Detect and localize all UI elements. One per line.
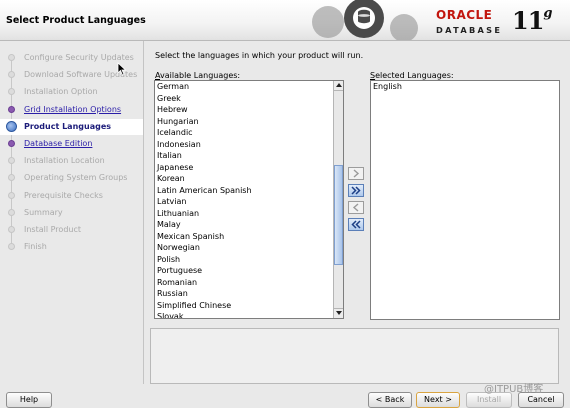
available-list-scrollbar[interactable] xyxy=(333,81,343,318)
step-label: Grid Installation Options xyxy=(24,104,122,114)
language-list-item[interactable]: German xyxy=(155,81,343,93)
available-languages-list[interactable]: German Greek Hebrew Hungarian Icelandic Indon… xyxy=(154,80,344,319)
language-list-item[interactable]: Lithuanian xyxy=(155,208,343,220)
language-list-item[interactable]: Italian xyxy=(155,150,343,162)
double-chevron-right-icon xyxy=(351,186,361,195)
next-button[interactable]: Next > xyxy=(416,392,460,408)
language-list-item[interactable]: Simplified Chinese xyxy=(155,300,343,312)
step-label: Finish xyxy=(24,242,47,252)
step-status-icon xyxy=(8,208,15,216)
step-label: Configure Security Updates xyxy=(24,53,134,62)
gears-graphic-icon xyxy=(312,0,418,40)
language-list-item[interactable]: Norwegian xyxy=(155,242,343,254)
page-title: Select Product Languages xyxy=(6,15,146,26)
step-label: Install Product xyxy=(24,225,81,234)
chevron-right-icon xyxy=(353,169,360,178)
language-list-item[interactable]: English xyxy=(371,81,559,93)
oracle-logo: ORACLE xyxy=(436,8,493,22)
language-list-item[interactable]: Russian xyxy=(155,288,343,300)
header-banner: Select Product Languages ORACLE DATABASE… xyxy=(0,0,570,41)
language-list-item[interactable]: Polish xyxy=(155,254,343,266)
step-status-icon xyxy=(8,157,15,165)
step-status-icon xyxy=(8,140,15,147)
scroll-thumb[interactable] xyxy=(334,165,343,265)
move-right-button[interactable] xyxy=(348,167,364,180)
arrow-down-icon xyxy=(335,311,342,315)
language-list-item[interactable]: Greek xyxy=(155,93,343,105)
step-label: Summary xyxy=(24,207,63,217)
language-list-item[interactable]: Latvian xyxy=(155,196,343,208)
instruction-text: Select the languages in which your produ… xyxy=(155,51,364,60)
mouse-pointer-icon xyxy=(117,62,127,76)
arrow-up-icon xyxy=(335,83,342,87)
back-button[interactable]: < Back xyxy=(368,392,412,408)
step-status-icon xyxy=(8,191,15,199)
language-list-item[interactable]: Icelandic xyxy=(155,127,343,139)
available-label-text: vailable Languages: xyxy=(160,71,241,80)
scroll-down-button[interactable] xyxy=(334,308,343,318)
step-label: Product Languages xyxy=(24,121,112,131)
step-status-icon xyxy=(8,88,15,96)
language-list-item[interactable]: Hungarian xyxy=(155,116,343,128)
version-number: 11 xyxy=(512,6,544,35)
step-status-icon xyxy=(8,174,15,182)
selected-languages-label: Selected Languages: xyxy=(370,71,454,80)
step-item-install-product: Install Product xyxy=(0,222,143,238)
help-button[interactable]: Help xyxy=(6,392,52,408)
step-label: Installation Option xyxy=(24,87,98,97)
step-item-finish: Finish xyxy=(0,239,143,255)
step-item-operating-system-groups: Operating System Groups xyxy=(0,170,143,186)
selected-languages-list[interactable]: English xyxy=(370,80,560,320)
step-status-icon xyxy=(8,71,15,79)
step-label: Prerequisite Checks xyxy=(24,190,103,200)
language-list-item[interactable]: Malay xyxy=(155,219,343,231)
language-list-item[interactable]: Korean xyxy=(155,173,343,185)
step-status-icon xyxy=(8,226,15,233)
language-list-item[interactable]: Indonesian xyxy=(155,139,343,151)
language-list-item[interactable]: Portuguese xyxy=(155,265,343,277)
step-status-icon xyxy=(8,105,15,113)
chevron-left-icon xyxy=(352,203,359,212)
available-languages-label: Available Languages: xyxy=(155,71,240,80)
step-item-installation-location: Installation Location xyxy=(0,153,143,169)
step-item-installation-option: Installation Option xyxy=(0,84,143,100)
step-label: Database Edition xyxy=(24,139,93,148)
version-logo: 11g xyxy=(512,6,553,35)
move-all-right-button[interactable] xyxy=(348,184,364,197)
step-label: Operating System Groups xyxy=(24,173,128,183)
language-list-item[interactable]: Slovak xyxy=(155,311,343,318)
step-item-grid-installation-options[interactable]: Grid Installation Options xyxy=(0,102,143,118)
language-list-item[interactable]: Romanian xyxy=(155,277,343,289)
double-chevron-left-icon xyxy=(351,220,361,229)
message-pane xyxy=(150,328,559,384)
language-list-item[interactable]: Mexican Spanish xyxy=(155,231,343,243)
step-item-prerequisite-checks: Prerequisite Checks xyxy=(0,188,143,204)
language-list-item[interactable]: Japanese xyxy=(155,162,343,174)
scroll-up-button[interactable] xyxy=(334,81,343,91)
watermark-text: @ITPUB博客 xyxy=(484,384,544,395)
move-left-button[interactable] xyxy=(348,201,364,214)
language-list-item[interactable]: Latin American Spanish xyxy=(155,185,343,197)
step-item-product-languages[interactable]: Product Languages xyxy=(0,118,143,135)
selected-label-text: elected Languages: xyxy=(375,71,454,80)
step-item-database-edition[interactable]: Database Edition xyxy=(0,136,143,152)
step-status-icon xyxy=(6,120,17,132)
move-all-left-button[interactable] xyxy=(348,218,364,231)
step-status-icon xyxy=(8,54,15,61)
step-label: Installation Location xyxy=(24,156,105,166)
step-status-icon xyxy=(8,243,15,251)
language-list-item[interactable]: Hebrew xyxy=(155,104,343,116)
database-logo-text: DATABASE xyxy=(436,25,503,35)
version-suffix: g xyxy=(543,6,552,21)
step-item-summary: Summary xyxy=(0,205,143,221)
step-navigation: Configure Security Updates Download Softw… xyxy=(0,41,144,384)
